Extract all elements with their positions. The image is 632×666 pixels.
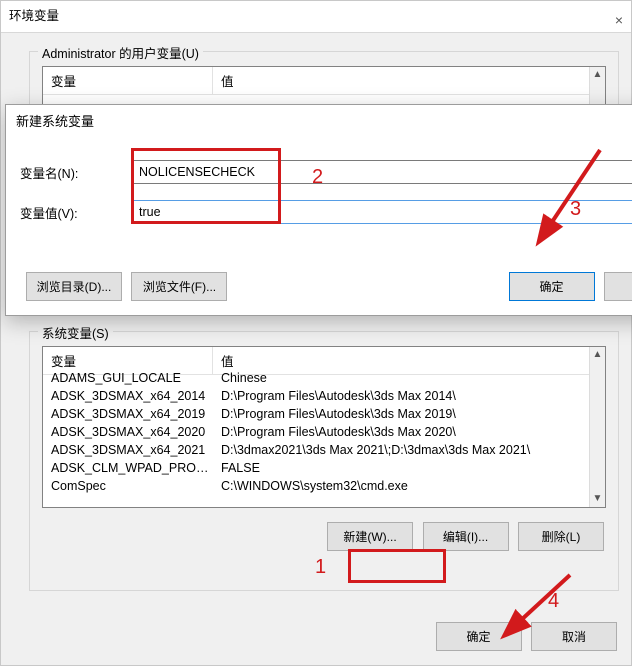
variable-value-row: 变量值(V):	[20, 200, 632, 224]
main-ok-button[interactable]: 确定	[436, 622, 522, 651]
modal-body: 变量名(N): 变量值(V):	[6, 138, 632, 264]
var-name-cell: ADSK_3DSMAX_x64_2014	[43, 389, 213, 403]
col-variable[interactable]: 变量	[43, 67, 213, 94]
system-delete-button[interactable]: 删除(L)	[518, 522, 604, 551]
system-edit-button[interactable]: 编辑(I)...	[423, 522, 509, 551]
table-row[interactable]: ADSK_3DSMAX_x64_2020D:\Program Files\Aut…	[43, 423, 589, 441]
main-title-bar: 环境变量 ×	[1, 1, 631, 33]
var-value-cell: C:\WINDOWS\system32\cmd.exe	[213, 479, 589, 493]
scroll-up-icon[interactable]: ▲	[590, 67, 605, 83]
variable-name-row: 变量名(N):	[20, 160, 632, 184]
variable-value-field[interactable]	[132, 200, 632, 224]
var-name-cell: ComSpec	[43, 479, 213, 493]
table-row[interactable]: ADSK_3DSMAX_x64_2021D:\3dmax2021\3ds Max…	[43, 441, 589, 459]
table-row[interactable]: ADSK_CLM_WPAD_PROXY...FALSE	[43, 459, 589, 477]
browse-directory-button[interactable]: 浏览目录(D)...	[26, 272, 122, 301]
table-row[interactable]: ADAMS_GUI_LOCALEChinese	[43, 369, 589, 387]
main-dialog-buttons: 确定 取消	[430, 622, 617, 651]
variable-value-label: 变量值(V):	[20, 203, 132, 222]
var-value-cell: D:\Program Files\Autodesk\3ds Max 2019\	[213, 407, 589, 421]
system-vars-listbox[interactable]: 变量 值 ADAMS_GUI_LOCALEChineseADSK_3DSMAX_…	[42, 346, 606, 508]
new-system-variable-dialog: 新建系统变量 变量名(N): 变量值(V): 浏览目录(D)... 浏览文件(F…	[5, 104, 632, 316]
modal-buttons: 浏览目录(D)... 浏览文件(F)... 确定 取消	[6, 266, 632, 315]
var-name-cell: ADSK_3DSMAX_x64_2019	[43, 407, 213, 421]
table-row[interactable]: ADSK_3DSMAX_x64_2019D:\Program Files\Aut…	[43, 405, 589, 423]
browse-file-button[interactable]: 浏览文件(F)...	[131, 272, 227, 301]
modal-ok-button[interactable]: 确定	[509, 272, 595, 301]
modal-cancel-button[interactable]: 取消	[604, 272, 632, 301]
table-row[interactable]: ComSpecC:\WINDOWS\system32\cmd.exe	[43, 477, 589, 495]
var-name-cell: ADAMS_GUI_LOCALE	[43, 371, 213, 385]
env-vars-dialog: 环境变量 × Administrator 的用户变量(U) 变量 值 ^ ▲ 新…	[0, 0, 632, 666]
var-name-cell: ADSK_3DSMAX_x64_2021	[43, 443, 213, 457]
table-row[interactable]: ADSK_3DSMAX_x64_2014D:\Program Files\Aut…	[43, 387, 589, 405]
main-title: 环境变量	[9, 9, 59, 23]
var-value-cell: D:\Program Files\Autodesk\3ds Max 2020\	[213, 425, 589, 439]
close-icon[interactable]: ×	[615, 5, 623, 35]
var-value-cell: D:\3dmax2021\3ds Max 2021\;D:\3dmax\3ds …	[213, 443, 589, 457]
col-value[interactable]: 值	[213, 67, 589, 94]
scrollbar[interactable]: ▲ ▼	[589, 347, 605, 507]
var-name-cell: ADSK_CLM_WPAD_PROXY...	[43, 461, 213, 475]
system-vars-label: 系统变量(S)	[38, 323, 113, 342]
main-cancel-button[interactable]: 取消	[531, 622, 617, 651]
scroll-up-icon[interactable]: ▲	[590, 347, 605, 363]
user-vars-label: Administrator 的用户变量(U)	[38, 43, 203, 62]
modal-title: 新建系统变量	[6, 105, 632, 138]
var-name-cell: ADSK_3DSMAX_x64_2020	[43, 425, 213, 439]
var-value-cell: FALSE	[213, 461, 589, 475]
system-vars-group: 系统变量(S) 变量 值 ADAMS_GUI_LOCALEChineseADSK…	[29, 331, 619, 591]
variable-name-field[interactable]	[132, 160, 632, 184]
user-vars-header: 变量 值 ^	[43, 67, 605, 95]
system-vars-buttons: 新建(W)... 编辑(I)... 删除(L)	[42, 508, 606, 551]
variable-name-label: 变量名(N):	[20, 163, 132, 182]
scroll-down-icon[interactable]: ▼	[590, 491, 605, 507]
var-value-cell: D:\Program Files\Autodesk\3ds Max 2014\	[213, 389, 589, 403]
system-new-button[interactable]: 新建(W)...	[327, 522, 413, 551]
var-value-cell: Chinese	[213, 371, 589, 385]
system-vars-rows[interactable]: ADAMS_GUI_LOCALEChineseADSK_3DSMAX_x64_2…	[43, 369, 589, 507]
